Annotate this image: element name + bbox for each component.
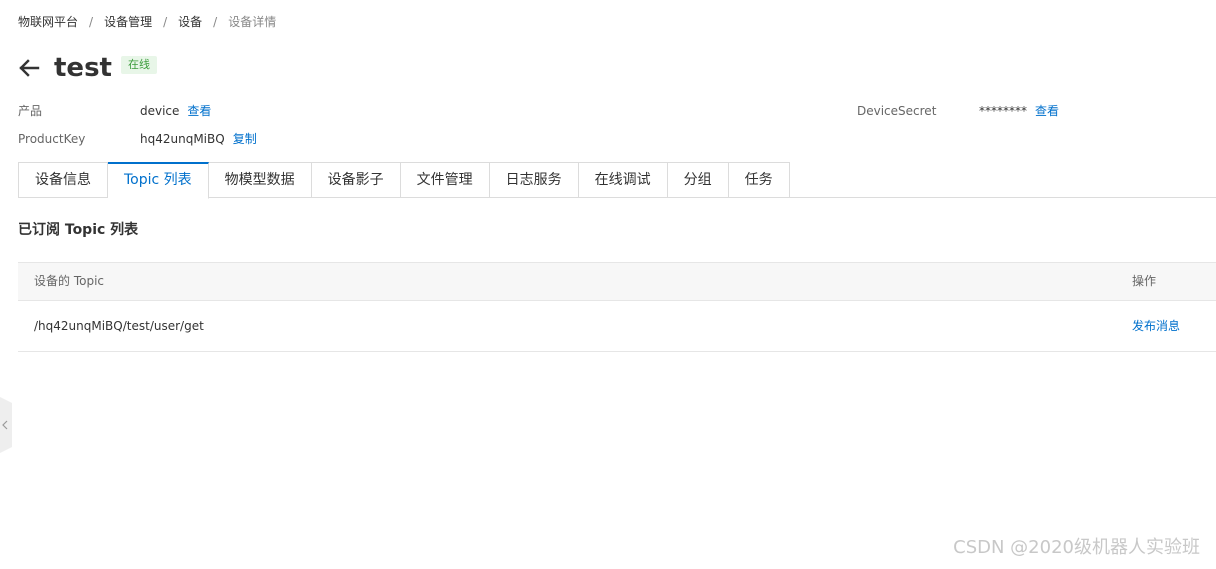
column-header-action: 操作 <box>1132 274 1157 288</box>
column-header-topic: 设备的 Topic <box>34 274 104 288</box>
tab-topic-list[interactable]: Topic 列表 <box>108 162 209 199</box>
chevron-left-icon <box>0 397 12 453</box>
devicesecret-value-group: ******** 查看 <box>979 103 1059 119</box>
tab-bar: 设备信息 Topic 列表 物模型数据 设备影子 文件管理 日志服务 在线调试 … <box>18 162 790 199</box>
product-value: device <box>140 104 180 118</box>
productkey-value: hq42unqMiBQ <box>140 132 225 146</box>
productkey-copy-link[interactable]: 复制 <box>233 132 257 146</box>
arrow-left-icon[interactable] <box>18 58 40 78</box>
breadcrumb-item-device-management[interactable]: 设备管理 <box>104 15 152 29</box>
watermark: CSDN @2020级机器人实验班 <box>953 537 1200 558</box>
product-label: 产品 <box>18 104 43 118</box>
tab-file-management[interactable]: 文件管理 <box>400 162 490 198</box>
breadcrumb-item-device[interactable]: 设备 <box>178 15 202 29</box>
breadcrumb: 物联网平台 / 设备管理 / 设备 / 设备详情 <box>18 14 276 30</box>
breadcrumb-item-iot-platform[interactable]: 物联网平台 <box>18 15 78 29</box>
devicesecret-value: ******** <box>979 104 1027 118</box>
status-badge: 在线 <box>120 56 157 74</box>
breadcrumb-separator: / <box>213 15 218 29</box>
tab-online-debug[interactable]: 在线调试 <box>578 162 668 198</box>
section-title: 已订阅 Topic 列表 <box>18 222 139 238</box>
tab-task[interactable]: 任务 <box>728 162 790 198</box>
table-row: /hq42unqMiBQ/test/user/get 发布消息 <box>18 301 1216 352</box>
breadcrumb-item-device-detail: 设备详情 <box>228 15 277 29</box>
tab-thing-model-data[interactable]: 物模型数据 <box>208 162 312 198</box>
topic-cell: /hq42unqMiBQ/test/user/get <box>34 319 204 333</box>
title-row: test 在线 <box>18 51 157 85</box>
product-view-link[interactable]: 查看 <box>187 104 211 118</box>
breadcrumb-separator: / <box>89 15 94 29</box>
sidebar-collapse-handle[interactable] <box>0 397 12 453</box>
topic-table: 设备的 Topic 操作 /hq42unqMiBQ/test/user/get … <box>18 262 1216 352</box>
devicesecret-label: DeviceSecret <box>857 104 937 118</box>
productkey-label: ProductKey <box>18 132 86 146</box>
tab-group[interactable]: 分组 <box>667 162 729 198</box>
product-value-group: device 查看 <box>140 103 211 119</box>
publish-message-link[interactable]: 发布消息 <box>1132 301 1180 351</box>
page: 物联网平台 / 设备管理 / 设备 / 设备详情 test 在线 产品 device 查看 P… <box>0 0 1216 569</box>
tab-log-service[interactable]: 日志服务 <box>489 162 579 198</box>
table-header: 设备的 Topic 操作 <box>18 262 1216 301</box>
tab-device-info[interactable]: 设备信息 <box>18 162 108 198</box>
page-title: test <box>54 53 112 83</box>
productkey-value-group: hq42unqMiBQ 复制 <box>140 131 257 147</box>
devicesecret-view-link[interactable]: 查看 <box>1035 104 1059 118</box>
tab-device-shadow[interactable]: 设备影子 <box>311 162 401 198</box>
breadcrumb-separator: / <box>163 15 168 29</box>
